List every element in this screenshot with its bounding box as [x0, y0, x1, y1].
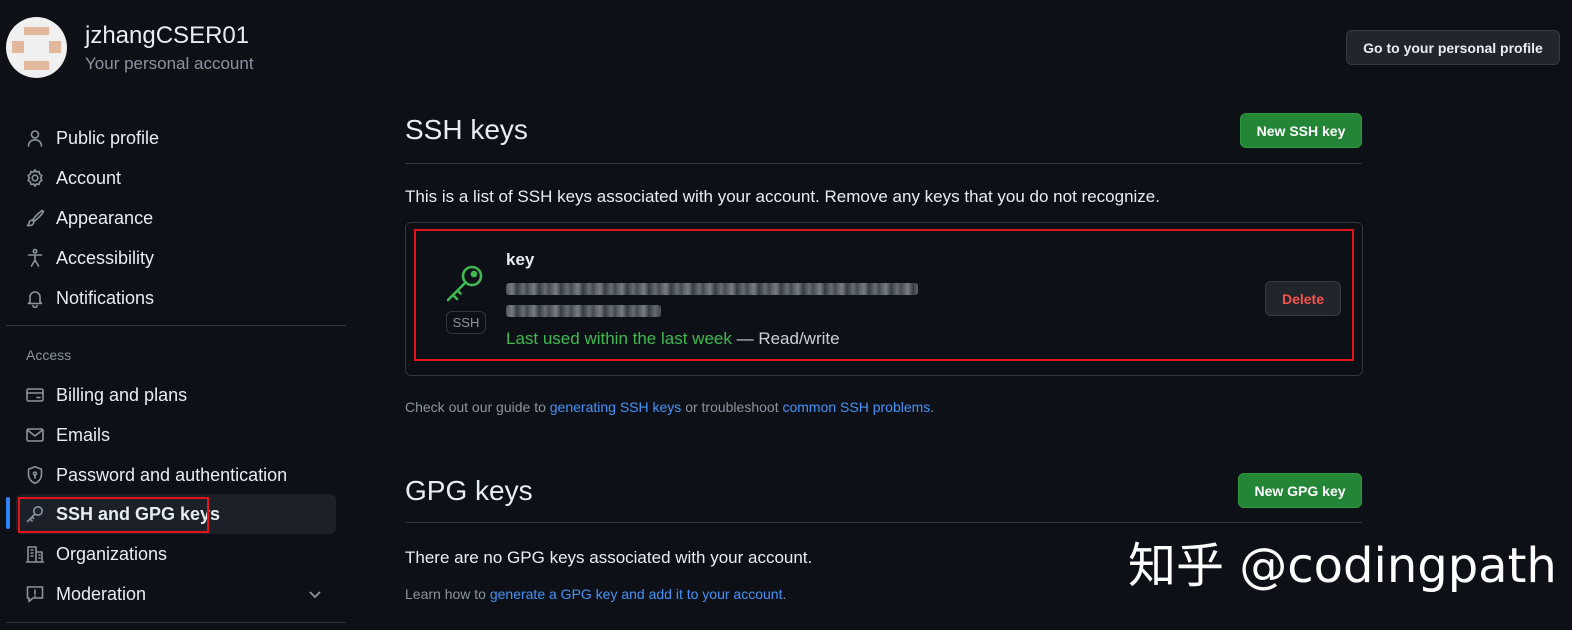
- sidebar-divider: [6, 325, 346, 326]
- guide-middle: or troubleshoot: [685, 399, 779, 415]
- organization-icon: [24, 543, 46, 565]
- credit-card-icon: [24, 384, 46, 406]
- sidebar-item-label: Organizations: [56, 543, 168, 564]
- ssh-keys-description: This is a list of SSH keys associated wi…: [405, 187, 1160, 206]
- accessibility-icon: [24, 247, 46, 269]
- ssh-key-last-used: Last used within the last week: [506, 329, 732, 348]
- learn-prefix: Learn how to: [405, 586, 486, 602]
- sidebar-item-notifications[interactable]: Notifications: [16, 278, 336, 318]
- redacted-fingerprint: [506, 305, 661, 317]
- generate-gpg-key-link[interactable]: generate a GPG key and add it to your ac…: [490, 586, 783, 602]
- delete-ssh-key-button[interactable]: Delete: [1265, 281, 1341, 316]
- gpg-keys-heading: GPG keys: [405, 475, 533, 506]
- shield-lock-icon: [24, 464, 46, 486]
- sidebar-item-organizations[interactable]: Organizations: [16, 534, 336, 574]
- sidebar-item-label: Accessibility: [56, 247, 155, 268]
- ssh-key-usage: Last used within the last week — Read/wr…: [506, 329, 840, 349]
- sidebar-divider: [6, 622, 346, 623]
- gpg-empty-message: There are no GPG keys associated with yo…: [405, 548, 813, 567]
- ssh-guide-note: Check out our guide to generating SSH ke…: [405, 399, 934, 415]
- new-ssh-key-button[interactable]: New SSH key: [1240, 113, 1362, 148]
- mail-icon: [24, 424, 46, 446]
- sidebar-item-moderation[interactable]: Moderation: [16, 574, 336, 614]
- ssh-keys-heading: SSH keys: [405, 114, 528, 145]
- sidebar-item-label: Billing and plans: [56, 384, 188, 405]
- generating-ssh-keys-link[interactable]: generating SSH keys: [550, 399, 682, 415]
- settings-sidebar: Public profile Account Appearance Access…: [0, 0, 350, 630]
- guide-prefix: Check out our guide to: [405, 399, 546, 415]
- redacted-fingerprint: [506, 283, 918, 295]
- key-icon: [444, 262, 488, 304]
- sidebar-item-label: Account: [56, 167, 122, 188]
- active-indicator: [6, 497, 10, 529]
- report-icon: [24, 583, 46, 605]
- sidebar-item-label: Password and authentication: [56, 464, 288, 485]
- sidebar-item-public-profile[interactable]: Public profile: [16, 118, 336, 158]
- ssh-key-type-badge: SSH: [446, 311, 486, 334]
- section-divider: [405, 163, 1362, 164]
- sidebar-item-password[interactable]: Password and authentication: [16, 455, 336, 495]
- sidebar-item-billing[interactable]: Billing and plans: [16, 375, 336, 415]
- new-gpg-key-button[interactable]: New GPG key: [1238, 473, 1362, 508]
- sidebar-item-emails[interactable]: Emails: [16, 415, 336, 455]
- sidebar-item-label: Emails: [56, 424, 111, 445]
- highlight-outline: [18, 497, 209, 533]
- learn-suffix: .: [782, 586, 787, 602]
- sidebar-item-accessibility[interactable]: Accessibility: [16, 238, 336, 278]
- bell-icon: [24, 287, 46, 309]
- person-icon: [24, 127, 46, 149]
- sidebar-item-label: Moderation: [56, 583, 147, 604]
- sidebar-item-label: Public profile: [56, 127, 160, 148]
- paintbrush-icon: [24, 207, 46, 229]
- ssh-key-title: key: [506, 250, 535, 269]
- gpg-learn-note: Learn how to generate a GPG key and add …: [405, 586, 786, 602]
- sidebar-section-heading: Access: [26, 347, 72, 363]
- chevron-down-icon[interactable]: [307, 586, 323, 602]
- gear-icon: [24, 167, 46, 189]
- sidebar-item-appearance[interactable]: Appearance: [16, 198, 336, 238]
- sidebar-item-label: Notifications: [56, 287, 155, 308]
- watermark: 知乎 @codingpath: [1128, 538, 1557, 594]
- guide-suffix: .: [930, 399, 935, 415]
- ssh-key-access-level: — Read/write: [736, 329, 840, 348]
- sidebar-item-account[interactable]: Account: [16, 158, 336, 198]
- sidebar-item-label: Appearance: [56, 207, 154, 228]
- section-divider: [405, 522, 1362, 523]
- common-ssh-problems-link[interactable]: common SSH problems: [782, 399, 930, 415]
- go-to-profile-button[interactable]: Go to your personal profile: [1346, 30, 1560, 65]
